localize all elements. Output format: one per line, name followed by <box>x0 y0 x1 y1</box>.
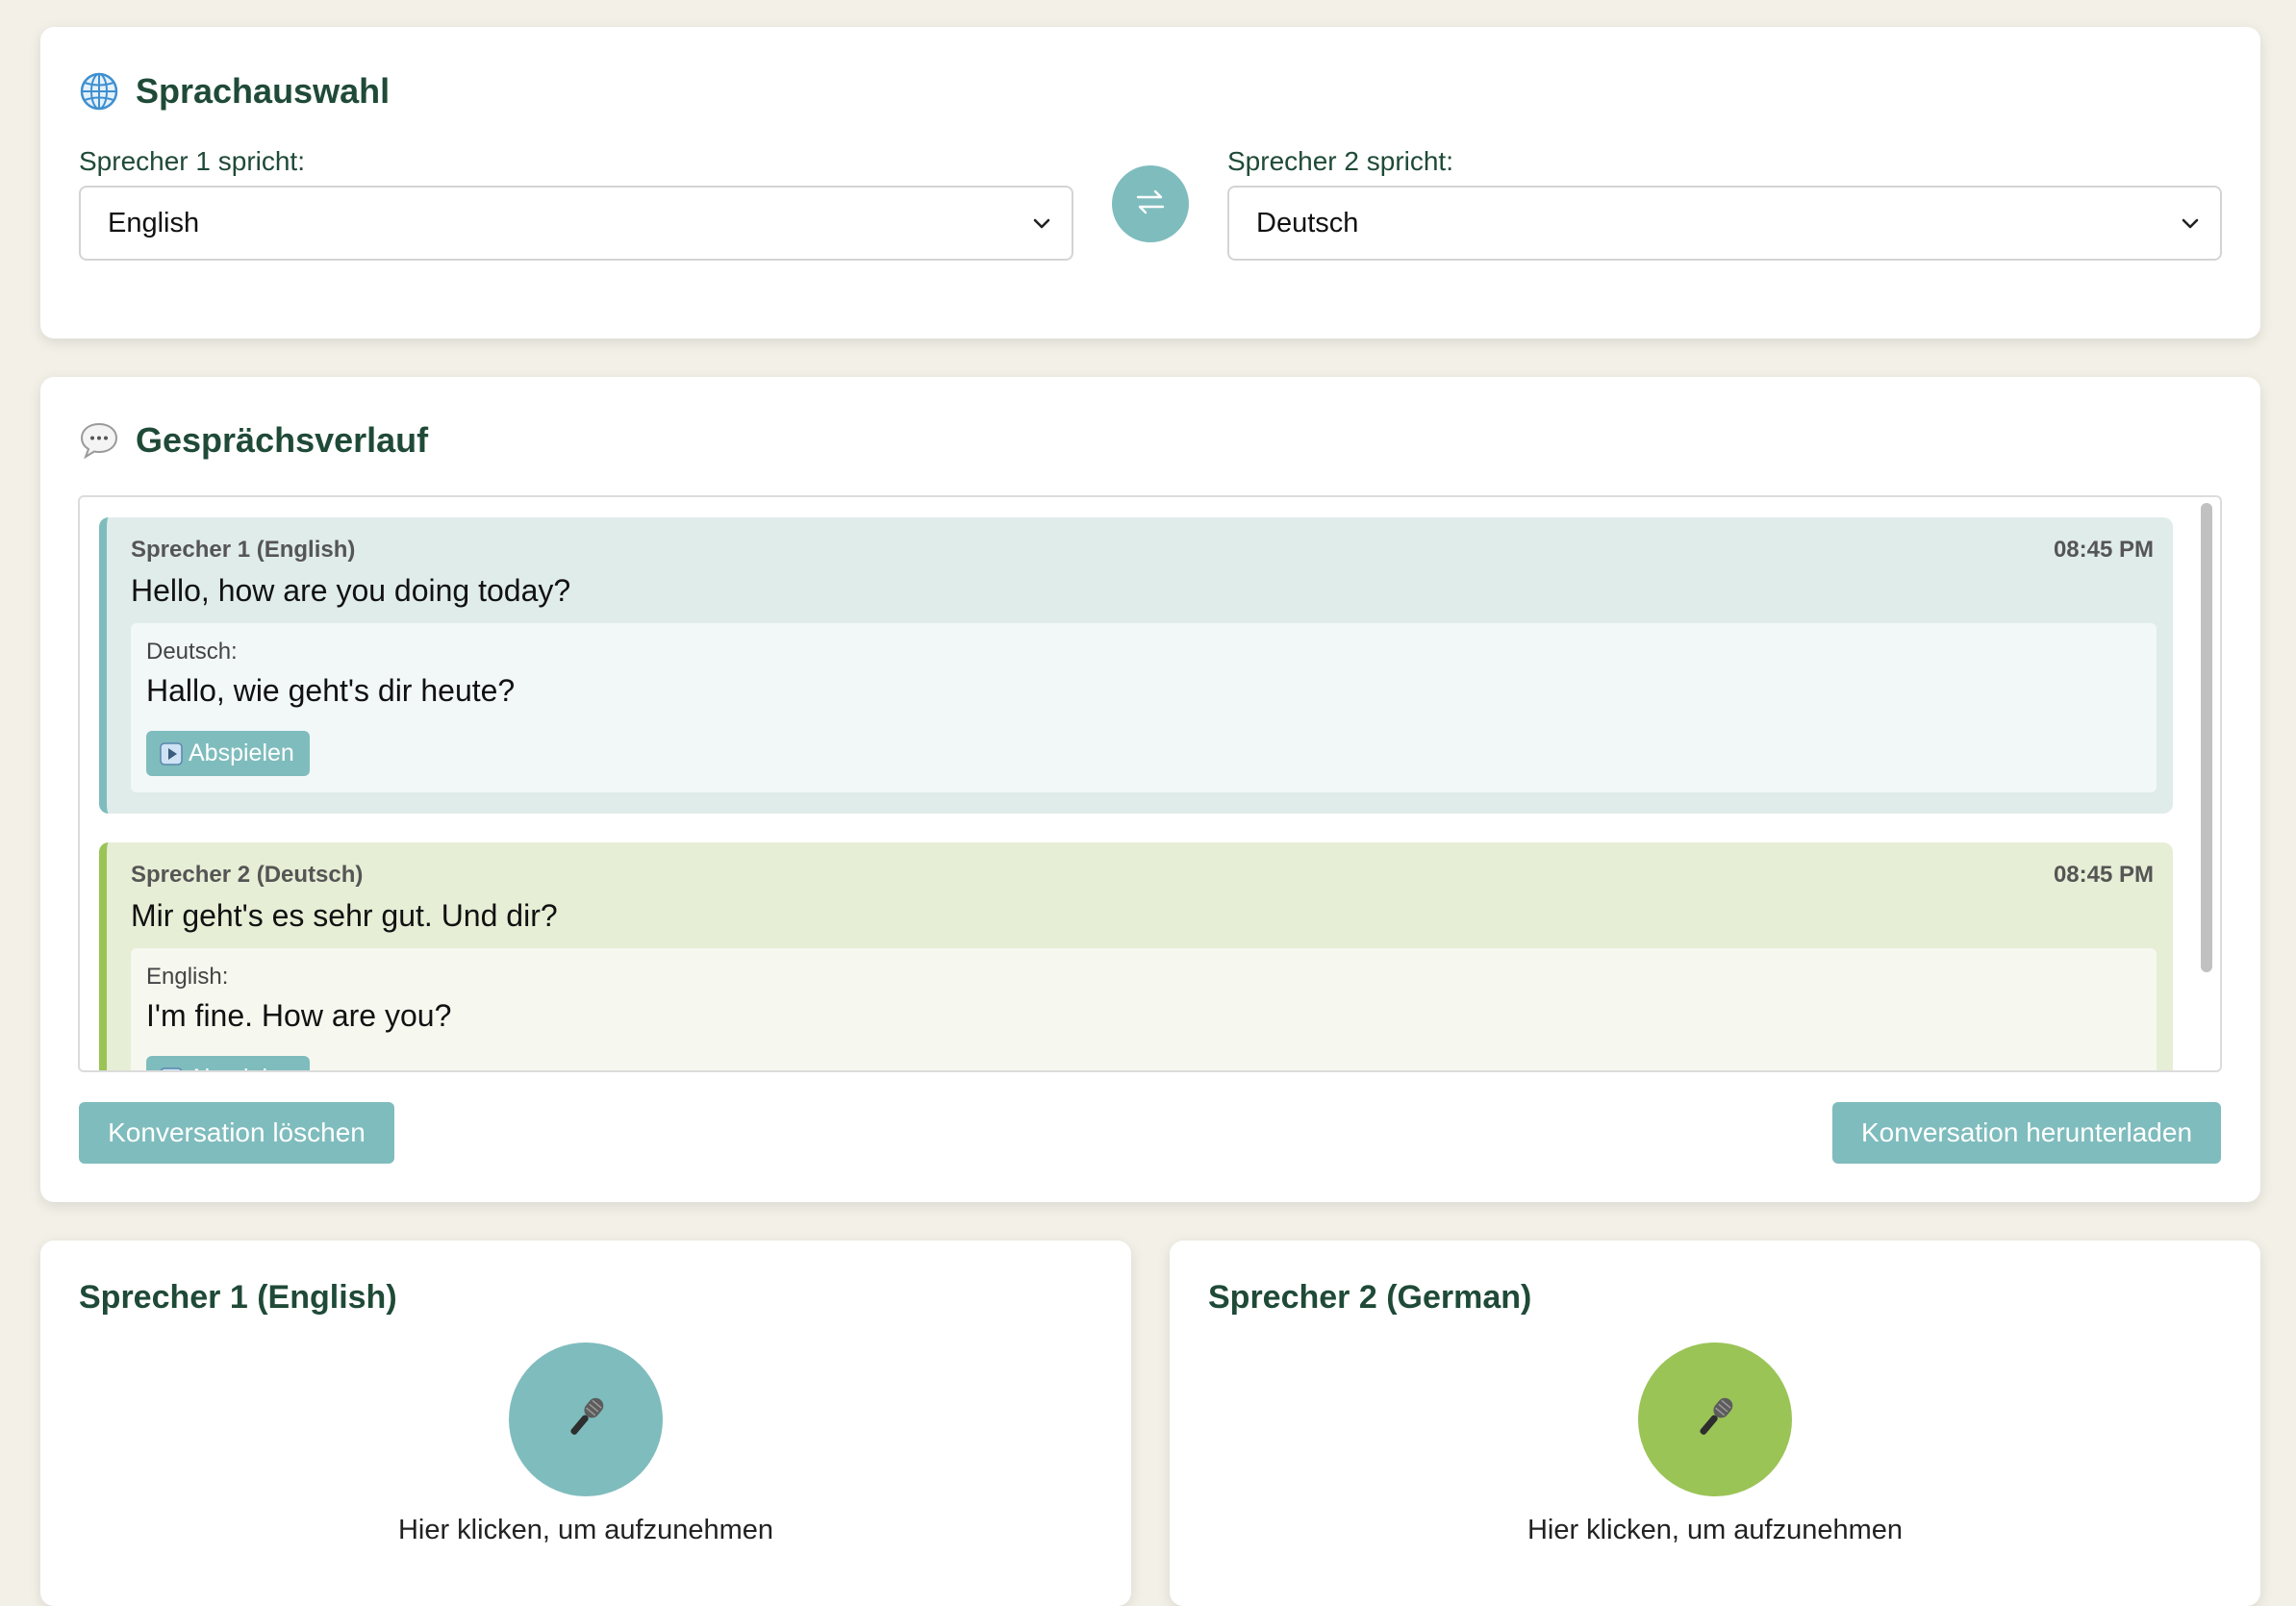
message-translation-box: English: I'm fine. How are you? Abspiele… <box>131 948 2157 1070</box>
speaker1-title: Sprecher 1 (English) <box>79 1279 397 1316</box>
history-scrollbar[interactable] <box>2199 503 2214 1066</box>
language-selection-title-text: Sprachauswahl <box>136 71 391 111</box>
swap-arrows-icon <box>1134 186 1167 223</box>
message-original-text: Hello, how are you doing today? <box>131 573 571 608</box>
chevron-down-icon <box>1029 211 1054 236</box>
speaker1-panel: Sprecher 1 (English) Hier klicken, um au… <box>40 1241 1131 1606</box>
speaker1-record-hint: Hier klicken, um aufzunehmen <box>397 1515 774 1545</box>
speaker2-language-select[interactable]: Deutsch <box>1227 186 2222 261</box>
translation-language-label: Deutsch: <box>146 639 238 665</box>
chevron-down-icon <box>2178 211 2203 236</box>
play-icon <box>160 741 183 765</box>
translation-text: I'm fine. How are you? <box>146 998 452 1033</box>
message-timestamp: 08:45 PM <box>2053 862 2154 888</box>
speaker2-language-value: Deutsch <box>1256 207 1359 238</box>
play-translation-button[interactable]: Abspielen <box>146 731 310 776</box>
play-button-label: Abspielen <box>189 740 294 766</box>
swap-languages-button[interactable] <box>1112 165 1189 242</box>
translation-text: Hallo, wie geht's dir heute? <box>146 673 516 708</box>
speaker2-title: Sprecher 2 (German) <box>1208 1279 1532 1316</box>
clear-conversation-button[interactable]: Konversation löschen <box>79 1102 394 1164</box>
microphone-icon <box>1686 1389 1744 1451</box>
play-icon <box>160 1066 183 1070</box>
message-translation-box: Deutsch: Hallo, wie geht's dir heute? Ab… <box>131 623 2157 792</box>
speaker1-record-button[interactable] <box>509 1343 663 1496</box>
speaker1-language-label: Sprecher 1 spricht: <box>79 146 305 176</box>
conversation-history-title: Gesprächsverlauf <box>78 419 428 462</box>
download-conversation-button[interactable]: Konversation herunterladen <box>1832 1102 2221 1164</box>
language-selection-title: Sprachauswahl <box>78 70 390 113</box>
message-speaker: Sprecher 1 (English) <box>131 537 356 563</box>
speaker2-panel: Sprecher 2 (German) Hier klicken, um auf… <box>1170 1241 2260 1606</box>
translation-language-label: English: <box>146 964 229 990</box>
play-button-label: Abspielen <box>189 1065 294 1070</box>
conversation-history-title-text: Gesprächsverlauf <box>136 420 429 460</box>
speaker2-record-hint: Hier klicken, um aufzunehmen <box>1526 1515 1904 1545</box>
message-original-text: Mir geht's es sehr gut. Und dir? <box>131 898 558 933</box>
language-selection-card: Sprachauswahl Sprecher 1 spricht: Englis… <box>40 27 2260 339</box>
message-item: Sprecher 2 (Deutsch) 08:45 PM Mir geht's… <box>99 842 2173 1070</box>
speaker2-language-label: Sprecher 2 spricht: <box>1227 146 1453 176</box>
globe-icon <box>78 70 120 113</box>
play-translation-button[interactable]: Abspielen <box>146 1056 310 1070</box>
microphone-icon <box>557 1389 615 1451</box>
message-timestamp: 08:45 PM <box>2053 537 2154 563</box>
message-item: Sprecher 1 (English) 08:45 PM Hello, how… <box>99 517 2173 814</box>
history-scrollbar-thumb[interactable] <box>2201 503 2212 972</box>
message-speaker: Sprecher 2 (Deutsch) <box>131 862 364 888</box>
speech-bubble-icon <box>78 419 120 462</box>
speaker1-language-select[interactable]: English <box>79 186 1073 261</box>
conversation-history-list[interactable]: Sprecher 1 (English) 08:45 PM Hello, how… <box>78 495 2222 1072</box>
speaker1-language-value: English <box>108 207 200 238</box>
speaker2-record-button[interactable] <box>1638 1343 1792 1496</box>
